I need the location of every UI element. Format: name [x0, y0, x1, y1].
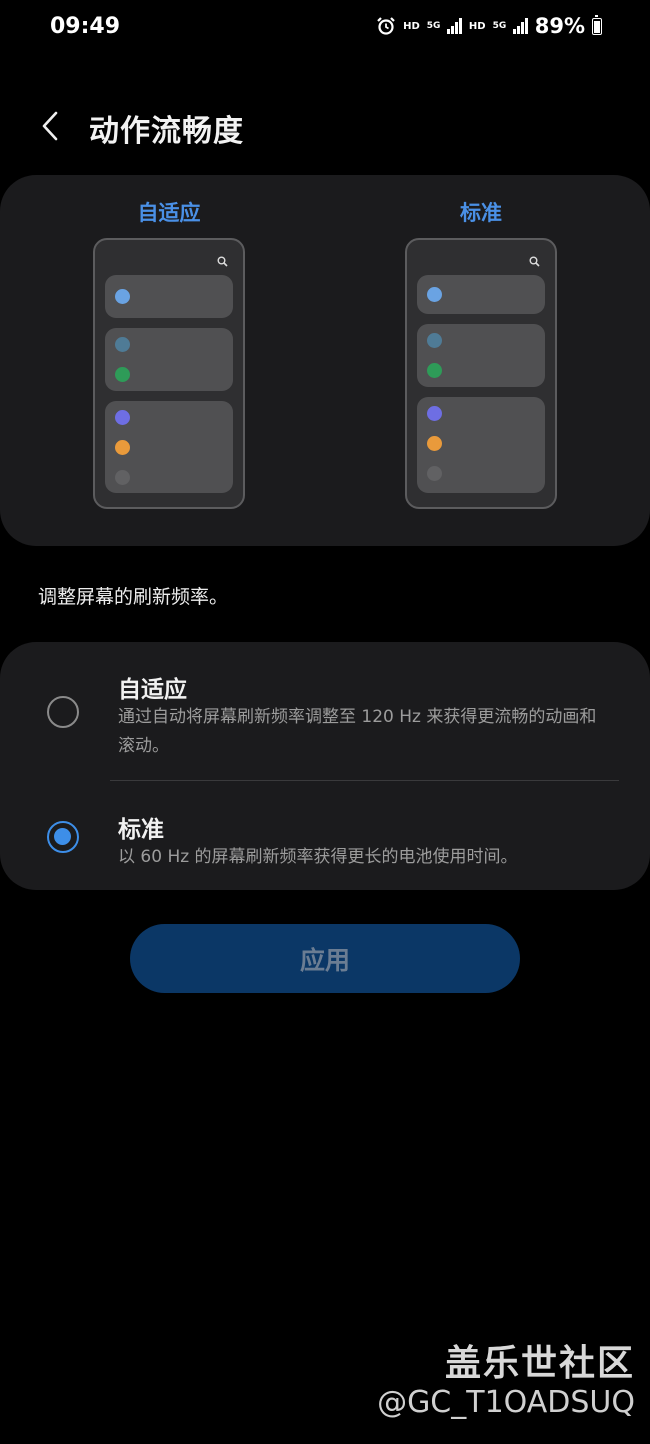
- battery-icon: [592, 14, 602, 35]
- radio-adaptive[interactable]: [47, 696, 79, 728]
- status-time: 09:49: [50, 14, 121, 39]
- mockup-block: [417, 275, 545, 314]
- mockup-dot: [427, 287, 442, 302]
- preview-card: 自适应 标准: [0, 175, 650, 546]
- phone-mockup-standard: [405, 238, 557, 509]
- option-standard[interactable]: 标准 以 60 Hz 的屏幕刷新频率获得更长的电池使用时间。: [0, 806, 650, 886]
- status-icons: HD 5G HD 5G 89%: [376, 14, 602, 38]
- search-icon: [529, 256, 540, 267]
- mockup-block: [105, 401, 233, 493]
- hd-indicator: HD: [468, 20, 486, 32]
- option-adaptive-description: 通过自动将屏幕刷新频率调整至 120 Hz 来获得更流畅的动画和滚动。: [118, 707, 597, 756]
- option-standard-description: 以 60 Hz 的屏幕刷新频率获得更长的电池使用时间。: [118, 847, 518, 867]
- page-title: 动作流畅度: [89, 114, 244, 149]
- mockup-dot: [427, 333, 442, 348]
- mockup-dot: [115, 440, 130, 455]
- mockup-block: [105, 275, 233, 318]
- back-button[interactable]: [30, 104, 70, 148]
- radio-standard[interactable]: [47, 821, 79, 853]
- mockup-dot: [427, 363, 442, 378]
- mockup-block: [105, 328, 233, 391]
- phone-mockup-adaptive: [93, 238, 245, 509]
- mockup-dot: [427, 466, 442, 481]
- mockup-dot: [115, 470, 130, 485]
- preview-adaptive-label: 自适应: [137, 201, 201, 225]
- chevron-left-icon: [42, 111, 58, 141]
- mockup-dot: [427, 406, 442, 421]
- search-icon: [217, 256, 228, 267]
- network-type: 5G: [426, 21, 441, 31]
- preview-adaptive: 自适应: [93, 197, 245, 509]
- option-adaptive[interactable]: 自适应 通过自动将屏幕刷新频率调整至 120 Hz 来获得更流畅的动画和滚动。: [0, 666, 650, 786]
- mockup-dot: [115, 289, 130, 304]
- option-adaptive-title: 自适应: [118, 677, 187, 703]
- alarm-icon: [377, 17, 395, 35]
- hd-indicator: HD: [403, 20, 420, 32]
- option-standard-title: 标准: [118, 817, 164, 843]
- options-card: 自适应 通过自动将屏幕刷新频率调整至 120 Hz 来获得更流畅的动画和滚动。 …: [0, 642, 650, 890]
- divider: [110, 780, 619, 781]
- apply-button[interactable]: 应用: [130, 924, 520, 993]
- signal-icon: [447, 18, 462, 34]
- watermark-title: 盖乐世社区: [444, 1343, 635, 1384]
- mockup-dot: [115, 410, 130, 425]
- mockup-dot: [427, 436, 442, 451]
- watermark-user: @GC_T1OADSUQ: [377, 1385, 635, 1420]
- mockup-block: [417, 324, 545, 387]
- mockup-block: [417, 397, 545, 493]
- preview-standard: 标准: [405, 197, 557, 509]
- preview-standard-label: 标准: [460, 201, 502, 225]
- mockup-dot: [115, 367, 130, 382]
- battery-percent: 89%: [534, 14, 585, 38]
- mockup-dot: [115, 337, 130, 352]
- network-type: 5G: [492, 21, 507, 31]
- refresh-rate-description: 调整屏幕的刷新频率。: [38, 586, 229, 608]
- signal-icon: [513, 18, 528, 34]
